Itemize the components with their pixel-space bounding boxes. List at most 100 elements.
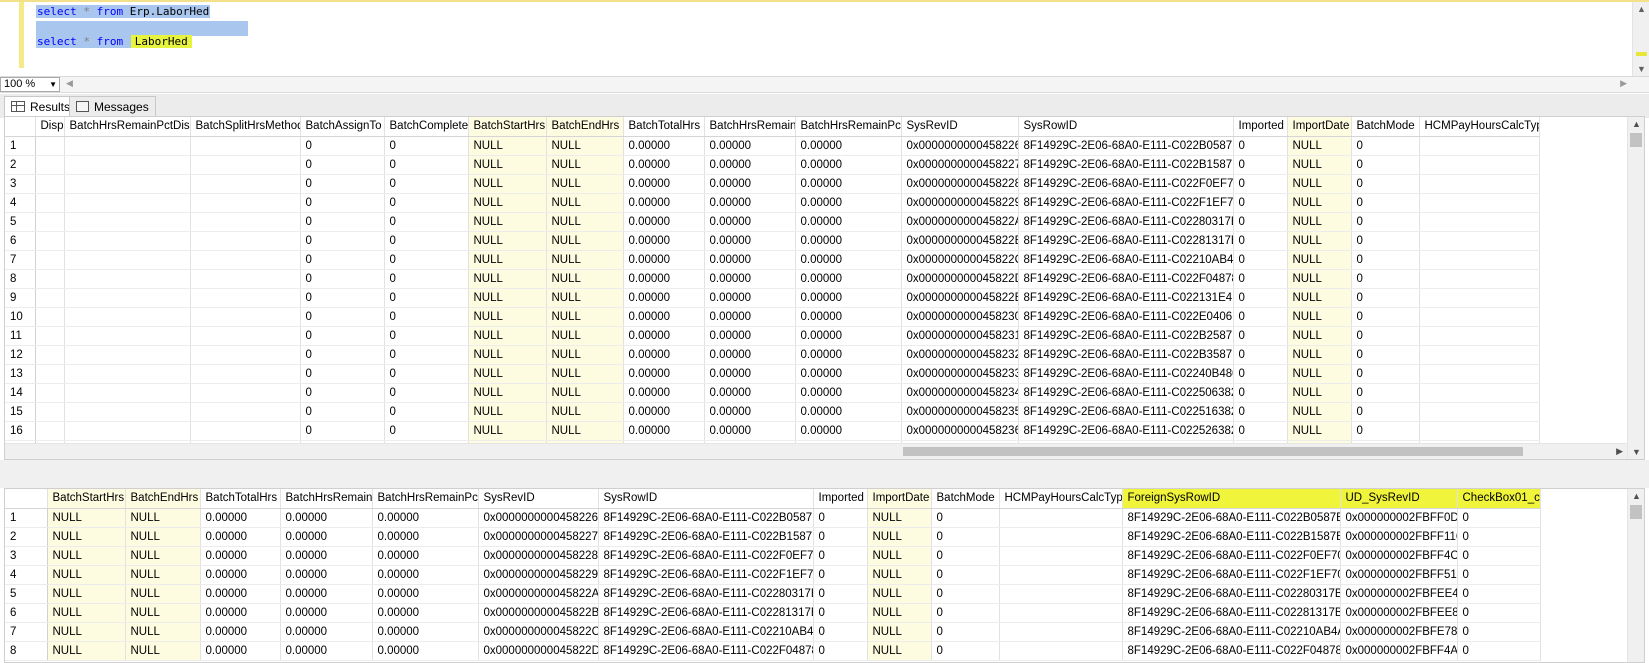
table-cell[interactable]: 0 [931, 508, 1000, 528]
table-cell[interactable] [999, 546, 1123, 566]
table-cell[interactable]: NULL [468, 250, 547, 270]
table-cell[interactable]: 0 [384, 421, 469, 441]
table-cell[interactable]: 0.00000 [795, 155, 902, 175]
table-cell[interactable]: 0.00000 [704, 307, 796, 327]
table-cell[interactable]: 0.00000 [795, 288, 902, 308]
table-cell[interactable]: 0x000000000045822D [478, 641, 599, 661]
table-cell[interactable]: 0.00000 [623, 193, 705, 213]
table-cell[interactable]: 0 [931, 641, 1000, 661]
table-cell[interactable] [64, 212, 191, 232]
table-row[interactable]: 9 0 0 NULL NULL 0.00000 0.00000 0.00000 0x000000… [5, 288, 1540, 308]
table-cell[interactable]: 8F14929C-2E06-68A0-E111-C022E0406F54 [1018, 307, 1234, 327]
column-header[interactable]: BatchHrsRemainPct [795, 117, 902, 137]
table-cell[interactable] [64, 288, 191, 308]
table-cell[interactable]: NULL [546, 402, 624, 422]
table-cell[interactable]: 0 [300, 345, 385, 365]
table-cell[interactable]: 0x000000000045822E [901, 288, 1019, 308]
column-header[interactable]: Imported [1233, 117, 1288, 137]
table-cell[interactable]: 0 [384, 155, 469, 175]
table-cell[interactable]: NULL [1287, 402, 1352, 422]
table-cell[interactable] [190, 326, 301, 346]
table-cell[interactable] [35, 212, 65, 232]
table-row[interactable]: 11 0 0 NULL NULL 0.00000 0.00000 0.00000 0x00000… [5, 326, 1540, 346]
table-cell[interactable]: 0.00000 [795, 307, 902, 327]
table-cell[interactable] [999, 584, 1123, 604]
table-cell[interactable]: 8F14929C-2E06-68A0-E111-C02240B48054 [1018, 364, 1234, 384]
table-cell[interactable] [1419, 231, 1540, 251]
table-cell[interactable]: NULL [1287, 364, 1352, 384]
scroll-thumb[interactable] [1630, 133, 1642, 147]
table-cell[interactable] [35, 136, 65, 156]
table-cell[interactable]: 0 [813, 603, 868, 623]
table-cell[interactable]: 0 [1351, 345, 1420, 365]
table-cell[interactable] [1419, 288, 1540, 308]
table-cell[interactable]: 0 [384, 345, 469, 365]
table-cell[interactable]: 0.00000 [200, 584, 281, 604]
column-header[interactable]: BatchHrsRemainPctDisp [64, 117, 191, 137]
row-number[interactable]: 1 [5, 136, 36, 156]
table-cell[interactable]: NULL [47, 527, 126, 547]
table-cell[interactable]: NULL [546, 364, 624, 384]
row-number[interactable]: 9 [5, 288, 36, 308]
table-row[interactable]: 16 0 0 NULL NULL 0.00000 0.00000 0.00000 0x00000… [5, 421, 1540, 441]
row-header-corner[interactable] [5, 489, 48, 509]
table-cell[interactable]: 0 [1233, 231, 1288, 251]
table-cell[interactable]: 8F14929C-2E06-68A0-E111-C022F0EF7054 [1018, 174, 1234, 194]
table-cell[interactable]: 0.00000 [704, 288, 796, 308]
table-cell[interactable] [35, 193, 65, 213]
scroll-left-icon[interactable]: ◀ [66, 78, 73, 89]
table-cell[interactable] [35, 174, 65, 194]
table-cell[interactable]: 0x000000002FBFEE41 [1340, 584, 1458, 604]
column-header[interactable]: Disp [35, 117, 65, 137]
table-cell[interactable]: 0x0000000000458226 [901, 136, 1019, 156]
table-cell[interactable]: 0 [300, 326, 385, 346]
table-cell[interactable]: 0 [813, 622, 868, 642]
table-cell[interactable]: 0.00000 [623, 307, 705, 327]
column-header[interactable]: HCMPayHoursCalcType [999, 489, 1123, 509]
table-cell[interactable]: 0 [300, 402, 385, 422]
table-cell[interactable]: 0.00000 [623, 155, 705, 175]
table-cell[interactable]: 0.00000 [200, 508, 281, 528]
table-cell[interactable] [190, 402, 301, 422]
scroll-up-icon[interactable]: ▲ [1632, 119, 1641, 129]
table-cell[interactable]: NULL [468, 212, 547, 232]
table-cell[interactable]: 0x0000000000458230 [901, 307, 1019, 327]
row-number[interactable]: 4 [5, 193, 36, 213]
row-number[interactable]: 1 [5, 508, 48, 528]
table-cell[interactable]: 0.00000 [280, 565, 373, 585]
table-cell[interactable] [190, 345, 301, 365]
column-header[interactable]: Imported [813, 489, 868, 509]
table-cell[interactable]: 8F14929C-2E06-68A0-E111-C02251638254 [1018, 402, 1234, 422]
row-number[interactable]: 4 [5, 565, 48, 585]
table-cell[interactable]: NULL [1287, 288, 1352, 308]
column-header[interactable]: SysRowID [598, 489, 814, 509]
row-number[interactable]: 3 [5, 546, 48, 566]
table-cell[interactable]: 0.00000 [704, 383, 796, 403]
column-header[interactable]: BatchMode [931, 489, 1000, 509]
table-cell[interactable]: 0.00000 [623, 326, 705, 346]
table-cell[interactable] [190, 155, 301, 175]
table-row[interactable]: 13 0 0 NULL NULL 0.00000 0.00000 0.00000 0x00000… [5, 364, 1540, 384]
table-cell[interactable]: NULL [546, 307, 624, 327]
table-cell[interactable]: 0x000000002FBFF0D9 [1340, 508, 1458, 528]
table-cell[interactable]: NULL [125, 565, 201, 585]
table-cell[interactable]: 0.00000 [623, 174, 705, 194]
table-cell[interactable] [35, 364, 65, 384]
table-cell[interactable]: 0.00000 [795, 421, 902, 441]
table-cell[interactable]: 0 [1233, 307, 1288, 327]
table-cell[interactable]: 0.00000 [704, 421, 796, 441]
table-cell[interactable]: 8F14929C-2E06-68A0-E111-C022B1587B54 [1122, 527, 1341, 547]
grid1-vertical-scrollbar[interactable]: ▲ ▼ [1627, 117, 1644, 459]
table-cell[interactable]: NULL [1287, 307, 1352, 327]
table-cell[interactable]: 0.00000 [623, 421, 705, 441]
table-cell[interactable]: 0x0000000000458228 [478, 546, 599, 566]
table-cell[interactable]: 0.00000 [200, 527, 281, 547]
table-cell[interactable]: NULL [468, 364, 547, 384]
table-cell[interactable] [64, 383, 191, 403]
grid-splitter[interactable] [0, 460, 1649, 488]
column-header[interactable]: BatchTotalHrs [200, 489, 281, 509]
table-cell[interactable]: NULL [546, 421, 624, 441]
table-cell[interactable]: 0.00000 [372, 584, 479, 604]
table-cell[interactable] [64, 250, 191, 270]
table-cell[interactable]: 0 [1351, 326, 1420, 346]
